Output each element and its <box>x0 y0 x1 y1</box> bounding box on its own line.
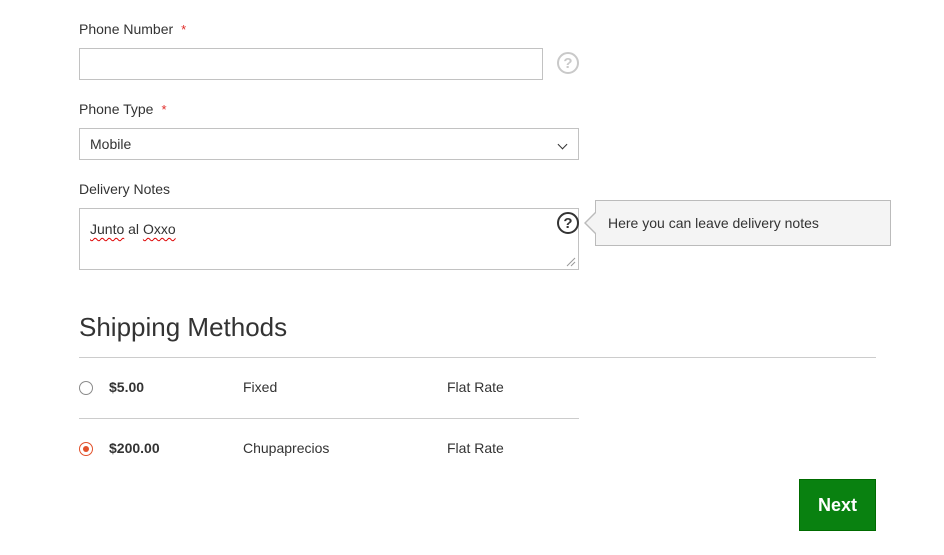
shipping-carrier: Flat Rate <box>447 440 504 456</box>
resize-handle-icon[interactable] <box>566 257 576 267</box>
phone-help-icon[interactable]: ? <box>557 52 579 74</box>
phone-number-label: Phone Number * <box>79 21 186 37</box>
phone-type-select[interactable]: Mobile <box>79 128 579 160</box>
shipping-carrier: Flat Rate <box>447 379 504 395</box>
chevron-down-icon <box>557 139 568 150</box>
delivery-notes-textarea[interactable]: Junto al Oxxo <box>79 208 579 270</box>
shipping-method-name: Chupaprecios <box>243 440 330 456</box>
phone-type-selected-value: Mobile <box>90 136 132 152</box>
shipping-method-radio[interactable] <box>79 381 93 395</box>
section-divider <box>79 357 876 358</box>
shipping-method-name: Fixed <box>243 379 278 395</box>
notes-word: Junto <box>90 221 125 237</box>
required-asterisk: * <box>161 102 167 117</box>
phone-type-label: Phone Type * <box>79 101 167 117</box>
shipping-price: $5.00 <box>109 379 145 395</box>
phone-number-input[interactable] <box>79 48 543 80</box>
shipping-methods-title: Shipping Methods <box>79 312 288 342</box>
delivery-notes-value: Junto al Oxxo <box>90 221 176 237</box>
shipping-price: $200.00 <box>109 440 160 456</box>
shipping-method-radio[interactable] <box>79 442 93 456</box>
phone-number-label-text: Phone Number <box>79 21 174 37</box>
delivery-notes-tooltip: Here you can leave delivery notes <box>584 200 891 246</box>
phone-type-label-text: Phone Type <box>79 101 154 117</box>
next-button[interactable]: Next <box>799 479 876 531</box>
row-divider <box>79 418 579 419</box>
delivery-notes-label: Delivery Notes <box>79 181 171 197</box>
required-asterisk: * <box>181 22 187 37</box>
delivery-notes-help-icon[interactable]: ? <box>557 212 579 234</box>
notes-word: Oxxo <box>142 221 176 237</box>
notes-word: al <box>128 221 140 237</box>
